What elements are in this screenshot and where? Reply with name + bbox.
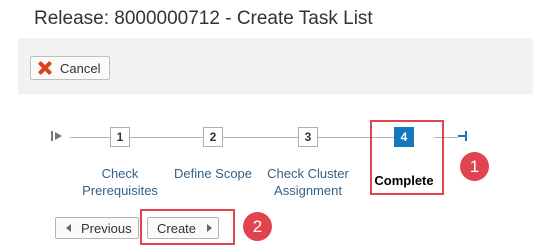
highlight-box-complete [370,120,444,195]
previous-button-label: Previous [81,220,132,236]
wizard-connector [70,137,110,138]
wizard-step-3[interactable]: 3 [298,127,318,147]
wizard-step-label-1[interactable]: Check Prerequisites [70,165,170,199]
callout-badge-1: 1 [460,152,489,181]
title-bar: Release: 8000000712 - Create Task List [0,0,533,38]
wizard-connector [130,137,203,138]
wizard-step-label-2[interactable]: Define Scope [166,165,260,182]
close-icon [38,61,52,75]
step-label-line: Check [101,166,139,181]
wizard-end-icon [458,130,468,145]
wizard-start-icon [51,130,65,145]
step-label-line: Assignment [274,183,342,198]
chevron-left-icon [66,224,71,232]
cancel-button-label: Cancel [60,60,101,76]
wizard-step-1[interactable]: 1 [110,127,130,147]
page-title: Release: 8000000712 - Create Task List [34,8,373,29]
callout-badge-2: 2 [243,212,272,241]
previous-button[interactable]: Previous [55,217,139,239]
step-label-line: Prerequisites [82,183,158,198]
wizard-step-2[interactable]: 2 [203,127,223,147]
highlight-box-create [140,209,235,245]
toolbar: Cancel [18,38,533,94]
wizard-content: 1 2 3 4 Check Prerequisites Define Scope… [18,94,533,247]
wizard-connector [223,137,298,138]
wizard-step-label-3[interactable]: Check Cluster Assignment [262,165,354,199]
step-label-line: Define Scope [173,166,253,181]
cancel-button[interactable]: Cancel [30,56,111,80]
step-label-line: Check Cluster [267,166,349,181]
